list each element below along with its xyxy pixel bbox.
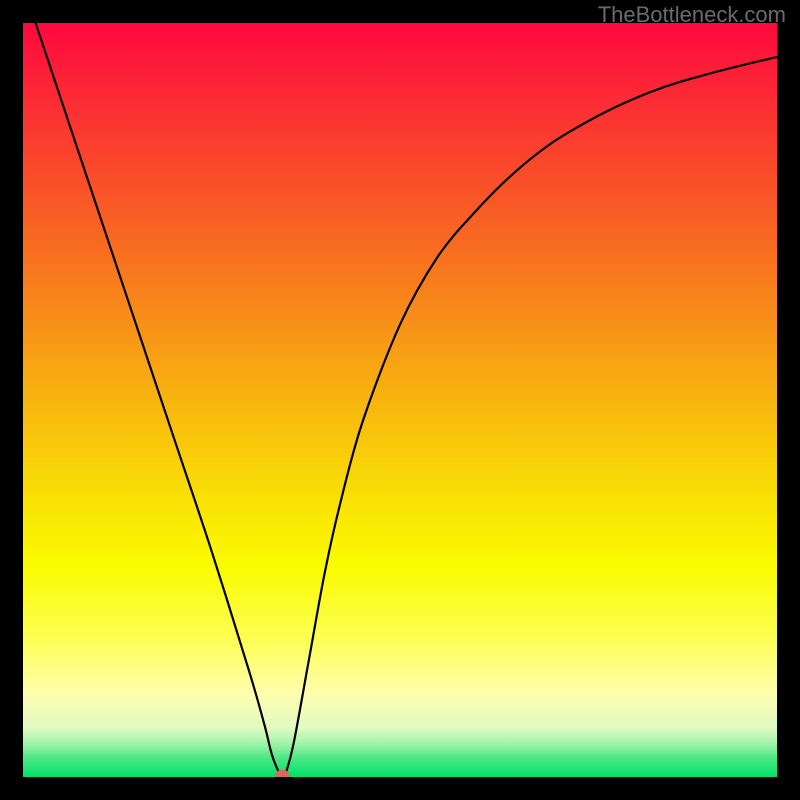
chart-frame	[23, 23, 777, 777]
watermark-text: TheBottleneck.com	[598, 2, 786, 28]
gradient-background	[23, 23, 777, 777]
bottleneck-chart	[23, 23, 777, 777]
